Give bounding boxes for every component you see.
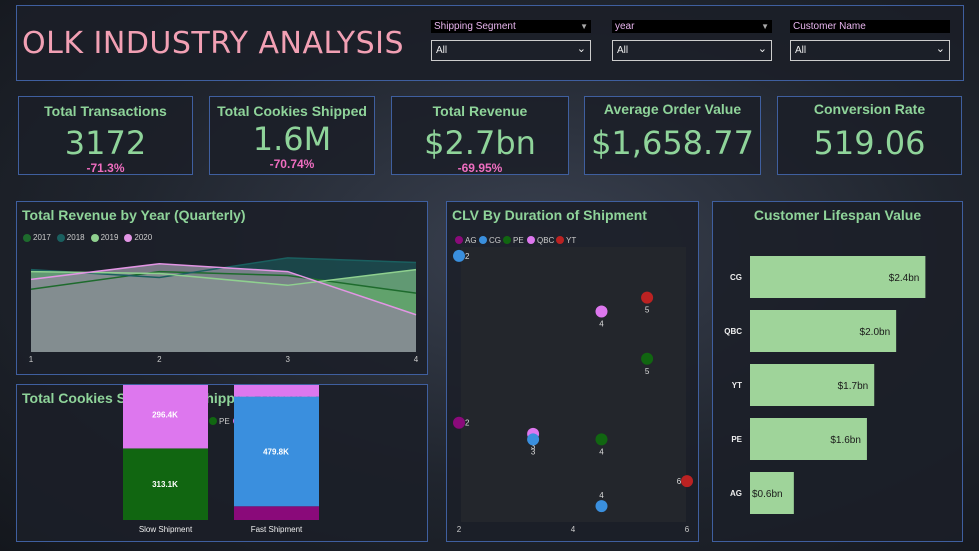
scatter-point-CG [453, 249, 465, 262]
slicer-dropdown[interactable]: All ⌄ [790, 40, 950, 61]
slicer-shipping-segment[interactable]: Shipping Segment ▼ All ⌄ [431, 20, 591, 61]
cookies-by-duration-panel: Total Cookies Shipped by Shipping Durati… [16, 384, 428, 542]
kpi-delta: -71.3% [86, 161, 125, 175]
slicer-label: Shipping Segment ▼ [431, 20, 591, 33]
clv-scatter-panel: CLV By Duration of Shipment AG CG PE QBC YT 2… [446, 201, 699, 542]
scatter-chart: AG CG PE QBC YT2245533 4462 4 6 [453, 236, 693, 534]
point-label: 4 [599, 491, 604, 500]
slicer-label: year ▼ [612, 20, 772, 33]
point-label: 6 [677, 477, 682, 486]
x-tick-label: 2 [157, 355, 162, 364]
kpi-delta: -70.74% [269, 157, 315, 171]
slicer-year[interactable]: year ▼ All ⌄ [612, 20, 772, 61]
scatter-point-CG [527, 433, 540, 446]
data-label: $1.6bn [830, 435, 861, 446]
dashboard-title: OLK INDUSTRY ANALYSIS [22, 26, 405, 61]
point-label: 4 [599, 447, 604, 456]
scatter-point-PE [595, 433, 608, 446]
scatter-point-QBC [595, 305, 608, 318]
kpi-title: Total Cookies Shipped [217, 103, 367, 119]
kpi-total-cookies-shipped: Total Cookies Shipped 1.6M -70.74% [209, 96, 375, 175]
chevron-down-icon: ▼ [761, 22, 769, 31]
kpi-title: Conversion Rate [813, 101, 926, 117]
kpi-total-revenue: Total Revenue $2.7bn -69.95% [391, 96, 569, 175]
x-tick-label: 1 [29, 355, 34, 364]
legend-dot [556, 236, 564, 244]
chevron-down-icon: ⌄ [576, 43, 586, 55]
scatter-point-CG [595, 500, 608, 513]
category-label: QBC [724, 327, 742, 336]
legend-dot [527, 236, 535, 244]
kpi-value: $2.7bn [424, 124, 536, 162]
chevron-down-icon: ▼ [580, 22, 588, 31]
category-label: Fast Shipment [251, 525, 303, 534]
category-label: AG [730, 489, 742, 498]
kpi-title: Total Revenue [432, 103, 528, 119]
chevron-down-icon: ⌄ [757, 43, 767, 55]
data-label: $2.0bn [860, 327, 891, 338]
x-tick-label: 3 [285, 355, 290, 364]
scatter-point-YT [681, 475, 693, 488]
legend-label: QBC [537, 236, 555, 245]
slicer-dropdown[interactable]: All ⌄ [431, 40, 591, 61]
legend-dot [455, 236, 463, 244]
data-label: 296.4K [152, 411, 178, 420]
point-label: 4 [599, 320, 604, 329]
customer-lifespan-panel: Customer Lifespan Value CG $2.4bn QBC $2.0b… [712, 201, 963, 542]
kpi-value: $1,658.77 [591, 124, 754, 162]
scatter-point-YT [641, 291, 654, 304]
x-tick-label: 2 [457, 525, 462, 534]
legend-dot [479, 236, 487, 244]
kpi-conversion-rate: Conversion Rate 519.06 [777, 96, 962, 175]
kpi-title: Average Order Value [603, 101, 742, 117]
kpi-delta: -69.95% [457, 161, 503, 175]
scatter-point-PE [641, 352, 654, 365]
chevron-down-icon: ⌄ [935, 43, 945, 55]
kpi-value: 519.06 [813, 124, 926, 162]
category-label: Slow Shipment [139, 525, 193, 534]
legend-label: PE [219, 417, 230, 426]
kpi-value: 1.6M [252, 120, 332, 158]
horizontal-bar-chart: CG $2.4bn QBC $2.0bn YT $1.7bn PE $1.6bn AG $0.6b… [724, 256, 926, 514]
data-label: $1.7bn [838, 381, 869, 392]
header-panel: OLK INDUSTRY ANALYSIS Shipping Segment ▼ … [16, 5, 964, 81]
legend-dot [209, 417, 217, 425]
plot-area [461, 247, 686, 522]
kpi-total-transactions: Total Transactions 3172 -71.3% [18, 96, 193, 175]
point-label: 3 [531, 447, 536, 456]
data-label: 479.8K [263, 447, 289, 456]
category-label: YT [732, 381, 742, 390]
legend-label: AG [465, 236, 477, 245]
bar-segment-QBC [234, 385, 319, 397]
category-label: CG [730, 273, 742, 282]
area-chart: 1 2 3 4 [29, 257, 419, 364]
point-label: 2 [465, 419, 470, 428]
point-label: 5 [645, 306, 650, 315]
x-tick-label: 4 [571, 525, 576, 534]
data-label: 313.1K [152, 480, 178, 489]
kpi-title: Total Transactions [44, 103, 167, 119]
data-label: $0.6bn [752, 489, 783, 500]
point-label: 2 [465, 252, 470, 261]
category-label: PE [731, 435, 742, 444]
legend-label: PE [513, 236, 524, 245]
x-tick-label: 6 [685, 525, 690, 534]
kpi-average-order-value: Average Order Value $1,658.77 [584, 96, 761, 175]
revenue-by-year-panel: Total Revenue by Year (Quarterly) 2017 2… [16, 201, 428, 375]
x-tick-label: 4 [414, 355, 419, 364]
slicer-dropdown[interactable]: All ⌄ [612, 40, 772, 61]
legend-label: CG [489, 236, 501, 245]
slicer-label: Customer Name [790, 20, 950, 33]
legend-label: YT [566, 236, 576, 245]
point-label: 5 [645, 367, 650, 376]
stacked-bar-chart: AGCGPEQBCYTSlow ShipmentFast Shipment313… [123, 385, 319, 534]
kpi-value: 3172 [64, 124, 147, 162]
bar-segment-AG [234, 506, 319, 520]
slicer-customer-name[interactable]: Customer Name All ⌄ [790, 20, 950, 61]
data-label: $2.4bn [889, 273, 920, 284]
scatter-point-AG [453, 416, 465, 429]
legend-dot [503, 236, 511, 244]
